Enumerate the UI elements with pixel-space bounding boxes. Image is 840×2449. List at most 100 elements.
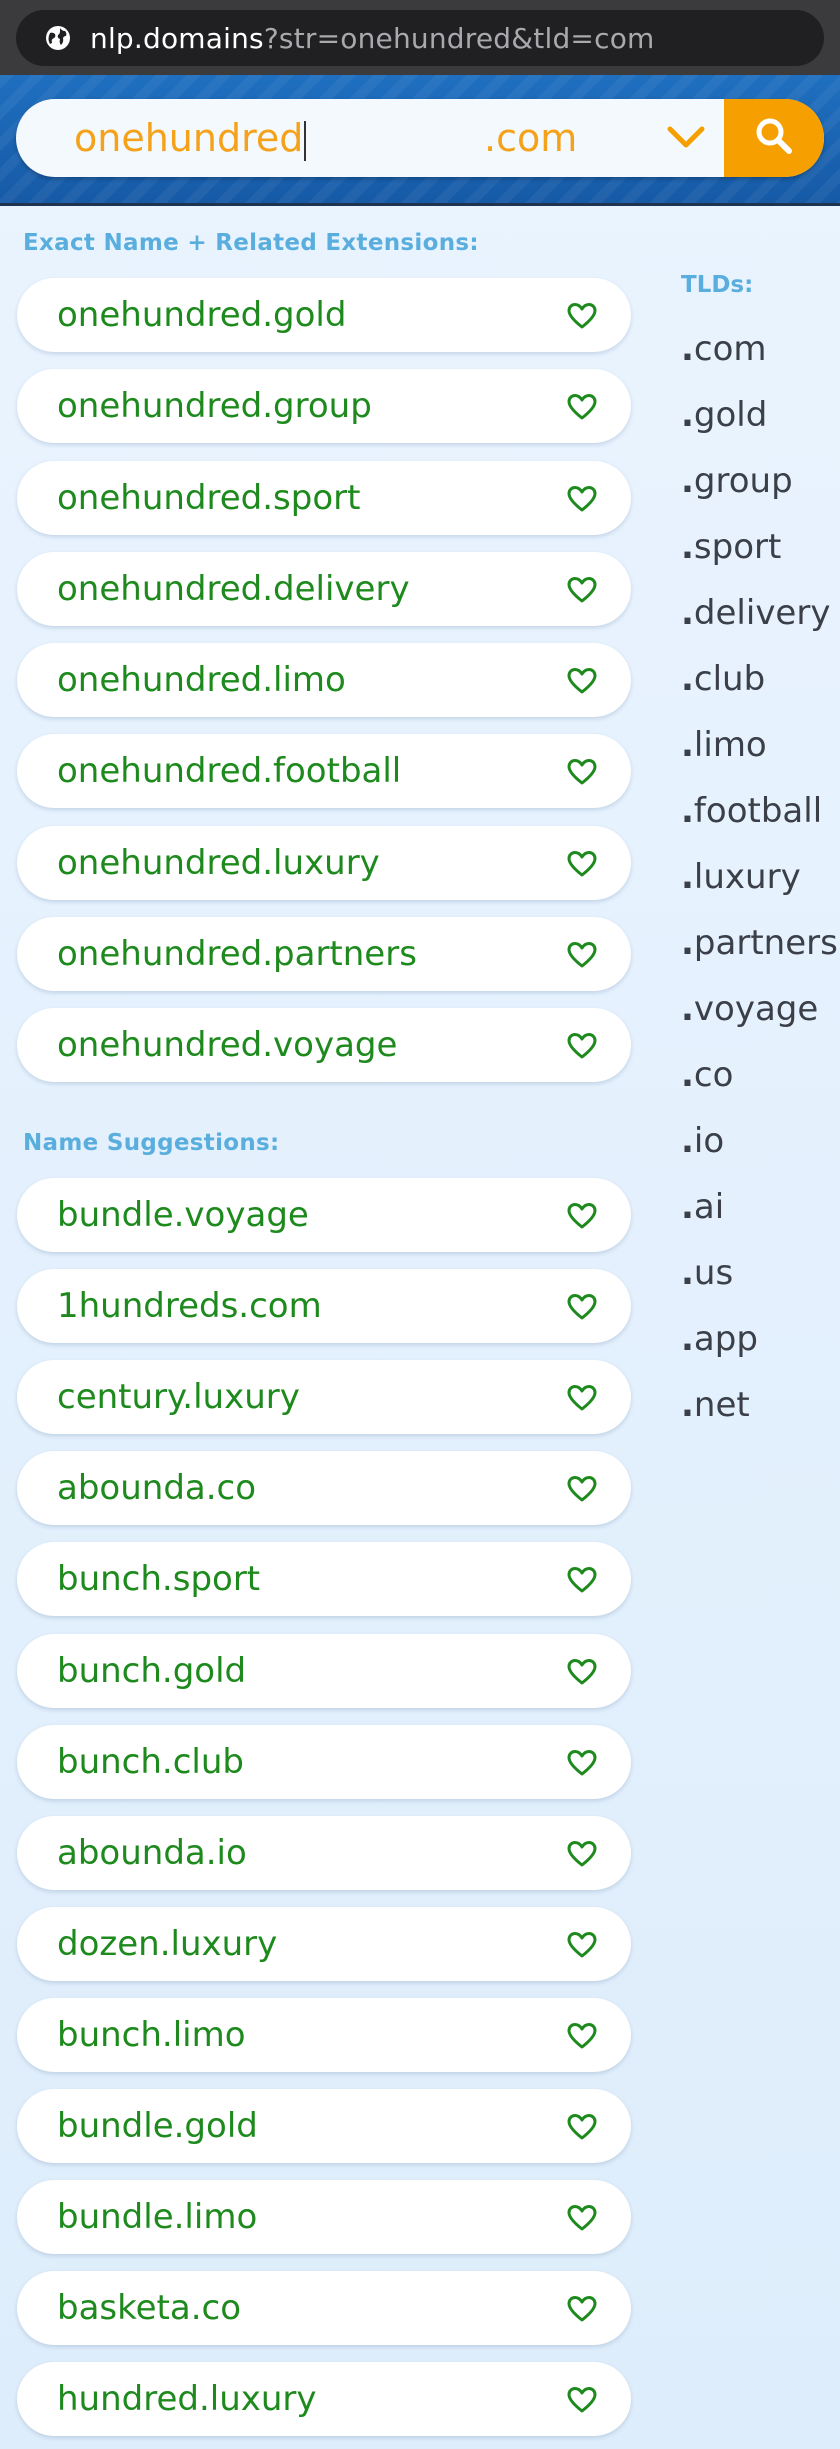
tld-item-luxury[interactable]: .luxury bbox=[681, 857, 801, 897]
exact-domain-item[interactable]: onehundred.delivery bbox=[17, 551, 631, 626]
domain-name: hundred.luxury bbox=[57, 2379, 317, 2420]
heart-icon[interactable] bbox=[567, 1658, 597, 1686]
suggestion-domain-item[interactable]: bundle.voyage bbox=[17, 1178, 631, 1252]
tld-item-voyage[interactable]: .voyage bbox=[681, 989, 818, 1029]
search-input[interactable]: onehundred bbox=[74, 99, 307, 177]
domain-name: onehundred.luxury bbox=[57, 842, 380, 883]
heart-icon[interactable] bbox=[567, 393, 597, 421]
heart-icon[interactable] bbox=[567, 1475, 597, 1503]
chevron-down-icon[interactable] bbox=[664, 121, 708, 155]
domain-name: bundle.gold bbox=[57, 2106, 258, 2146]
tld-item-io[interactable]: .io bbox=[681, 1121, 724, 1161]
suggestion-domain-item[interactable]: bundle.gold bbox=[17, 2089, 631, 2163]
heart-icon[interactable] bbox=[567, 850, 597, 878]
browser-toolbar: nlp.domains?str=onehundred&tld=com bbox=[0, 0, 840, 75]
exact-domain-item[interactable]: onehundred.limo bbox=[17, 643, 631, 717]
suggestion-domain-item[interactable]: 1hundreds.com bbox=[17, 1269, 631, 1344]
exact-domain-item[interactable]: onehundred.sport bbox=[17, 460, 631, 535]
url-query: ?str=onehundred&tld=com bbox=[263, 21, 655, 55]
tld-item-club[interactable]: .club bbox=[681, 659, 765, 699]
domain-name: abounda.io bbox=[57, 1832, 247, 1873]
domain-name: onehundred.sport bbox=[57, 477, 361, 518]
tld-item-app[interactable]: .app bbox=[681, 1319, 758, 1359]
suggestion-domain-item[interactable]: bunch.sport bbox=[17, 1542, 631, 1617]
exact-section-label: Exact Name + Related Extensions: bbox=[23, 230, 479, 256]
tld-item-limo[interactable]: .limo bbox=[681, 725, 767, 765]
heart-icon[interactable] bbox=[567, 941, 597, 969]
tld-select[interactable]: .com bbox=[484, 99, 577, 177]
exact-domain-item[interactable]: onehundred.group bbox=[17, 369, 631, 444]
tld-item-com[interactable]: .com bbox=[681, 329, 767, 369]
domain-name: onehundred.gold bbox=[57, 295, 347, 335]
tld-item-football[interactable]: .football bbox=[681, 791, 822, 831]
domain-name: bunch.gold bbox=[57, 1650, 247, 1691]
heart-icon[interactable] bbox=[567, 2295, 597, 2323]
domain-name: onehundred.partners bbox=[57, 933, 417, 974]
search-button[interactable] bbox=[724, 99, 824, 177]
heart-icon[interactable] bbox=[567, 758, 597, 786]
url-host: nlp.domains bbox=[90, 21, 264, 55]
heart-icon[interactable] bbox=[567, 576, 597, 604]
tld-item-partners[interactable]: .partners bbox=[681, 923, 838, 963]
tld-item-co[interactable]: .co bbox=[681, 1055, 733, 1095]
suggestion-domain-item[interactable]: basketa.co bbox=[17, 2271, 631, 2346]
suggestion-domain-item[interactable]: century.luxury bbox=[17, 1360, 631, 1435]
heart-icon[interactable] bbox=[567, 302, 597, 330]
domain-name: abounda.co bbox=[57, 1468, 257, 1509]
exact-domain-item[interactable]: onehundred.voyage bbox=[17, 1008, 631, 1082]
domain-name: bunch.club bbox=[57, 1741, 244, 1782]
heart-icon[interactable] bbox=[567, 1749, 597, 1777]
suggestion-domain-item[interactable]: abounda.io bbox=[17, 1815, 631, 1890]
suggestion-domain-item[interactable]: dozen.luxury bbox=[17, 1906, 631, 1981]
tld-item-sport[interactable]: .sport bbox=[681, 527, 781, 567]
search-icon bbox=[754, 116, 794, 160]
suggestion-domain-item[interactable]: hundred.luxury bbox=[17, 2362, 631, 2437]
tld-item-ai[interactable]: .ai bbox=[681, 1187, 724, 1227]
address-bar[interactable]: nlp.domains?str=onehundred&tld=com bbox=[16, 10, 824, 66]
domain-name: onehundred.limo bbox=[57, 660, 346, 700]
domain-name: bundle.limo bbox=[57, 2197, 258, 2238]
heart-icon[interactable] bbox=[567, 2204, 597, 2232]
tld-item-net[interactable]: .net bbox=[681, 1385, 750, 1425]
heart-icon[interactable] bbox=[567, 1384, 597, 1412]
tld-item-us[interactable]: .us bbox=[681, 1253, 733, 1293]
suggestion-domain-item[interactable]: bunch.gold bbox=[17, 1633, 631, 1708]
domain-name: dozen.luxury bbox=[57, 1923, 278, 1964]
exact-domain-item[interactable]: onehundred.luxury bbox=[17, 825, 631, 900]
suggestion-domain-item[interactable]: bunch.limo bbox=[17, 1997, 631, 2072]
domain-name: onehundred.voyage bbox=[57, 1025, 398, 1065]
suggestions-section-label: Name Suggestions: bbox=[23, 1130, 280, 1156]
suggestion-domain-item[interactable]: bunch.club bbox=[17, 1724, 631, 1799]
tld-item-delivery[interactable]: .delivery bbox=[681, 593, 830, 633]
domain-name: onehundred.group bbox=[57, 386, 372, 427]
search-box: onehundred .com bbox=[16, 99, 824, 177]
exact-domain-item[interactable]: onehundred.gold bbox=[17, 278, 631, 352]
heart-icon[interactable] bbox=[567, 667, 597, 695]
domain-name: bunch.sport bbox=[57, 1559, 261, 1600]
suggestion-domain-item[interactable]: abounda.co bbox=[17, 1451, 631, 1526]
heart-icon[interactable] bbox=[567, 2386, 597, 2414]
exact-domain-item[interactable]: onehundred.partners bbox=[17, 916, 631, 991]
tld-item-group[interactable]: .group bbox=[681, 461, 793, 501]
exact-domain-item[interactable]: onehundred.football bbox=[17, 734, 631, 809]
heart-icon[interactable] bbox=[567, 1566, 597, 1594]
url-text: nlp.domains?str=onehundred&tld=com bbox=[90, 22, 655, 55]
heart-icon[interactable] bbox=[567, 485, 597, 513]
text-caret bbox=[304, 120, 307, 161]
search-query-text: onehundred bbox=[74, 116, 304, 160]
heart-icon[interactable] bbox=[567, 1202, 597, 1230]
globe-icon bbox=[44, 24, 72, 52]
heart-icon[interactable] bbox=[567, 1293, 597, 1321]
tlds-label: TLDs: bbox=[681, 272, 754, 298]
heart-icon[interactable] bbox=[567, 2113, 597, 2141]
domain-name: 1hundreds.com bbox=[57, 1286, 322, 1327]
heart-icon[interactable] bbox=[567, 1931, 597, 1959]
heart-icon[interactable] bbox=[567, 1032, 597, 1060]
heart-icon[interactable] bbox=[567, 1840, 597, 1868]
heart-icon[interactable] bbox=[567, 2022, 597, 2050]
domain-name: bundle.voyage bbox=[57, 1195, 309, 1235]
suggestion-domain-item[interactable]: bundle.limo bbox=[17, 2180, 631, 2255]
tld-item-gold[interactable]: .gold bbox=[681, 395, 767, 435]
domain-name: bunch.limo bbox=[57, 2014, 246, 2055]
search-banner: onehundred .com bbox=[0, 75, 840, 206]
